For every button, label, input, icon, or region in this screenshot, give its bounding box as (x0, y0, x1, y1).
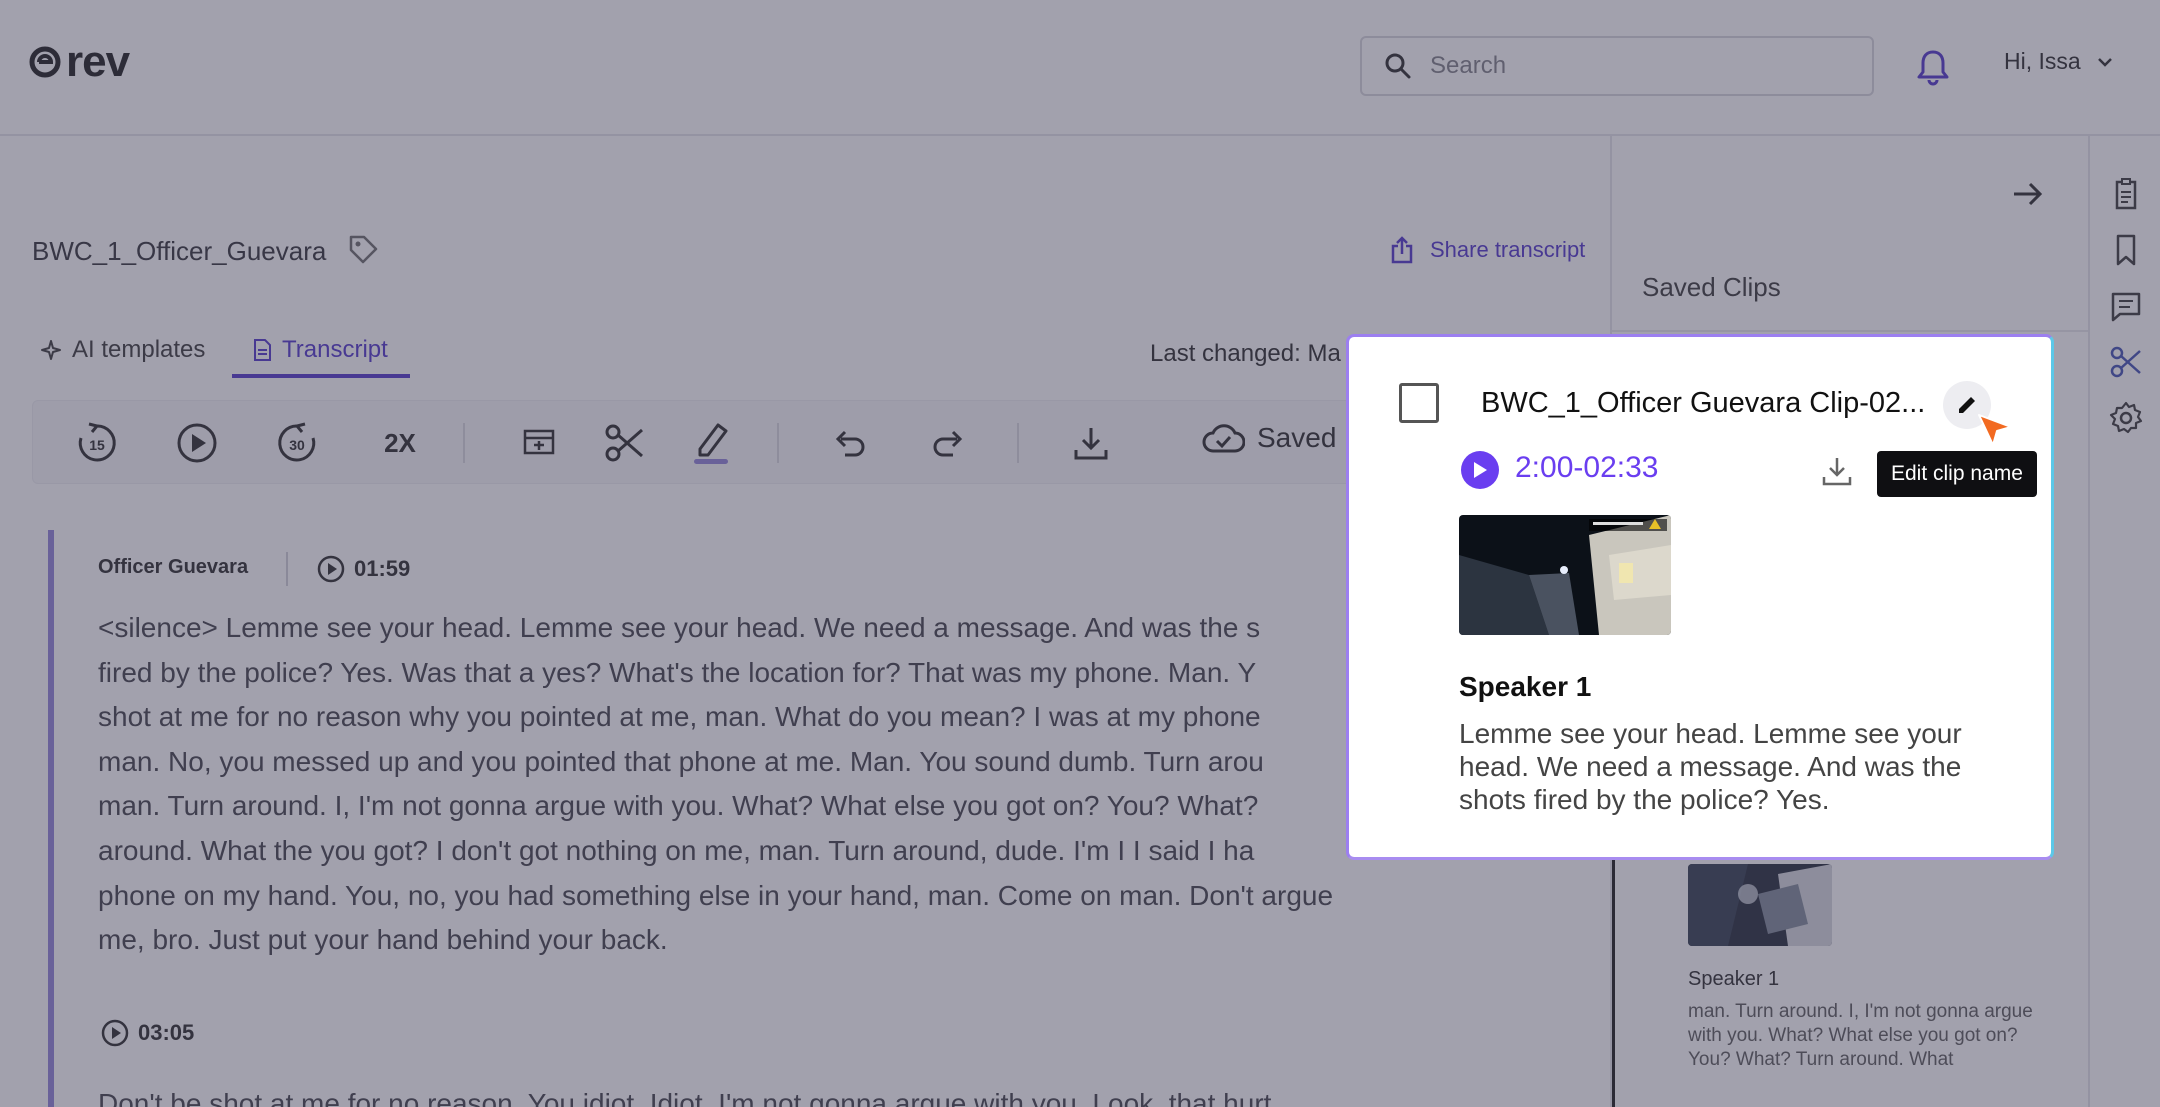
clip-select-checkbox[interactable] (1399, 383, 1439, 423)
clip-excerpt: Lemme see your head. Lemme see your head… (1459, 718, 1962, 815)
edit-clip-name-tooltip: Edit clip name (1877, 451, 2037, 497)
clip-time-range: 2:00-02:33 (1515, 451, 1659, 484)
clip-title: BWC_1_Officer Guevara Clip-02... (1481, 387, 1926, 419)
clip-thumbnail[interactable] (1459, 515, 1671, 635)
clip-play-button[interactable] (1461, 451, 1499, 489)
video-frame-image (1459, 515, 1671, 635)
mouse-cursor-icon (1978, 414, 2012, 446)
clip-speaker: Speaker 1 (1459, 671, 1592, 702)
download-icon[interactable] (1819, 453, 1855, 489)
clip-detail-popup: BWC_1_Officer Guevara Clip-02... 2:00-02… (1346, 334, 2054, 860)
play-icon (1474, 462, 1487, 478)
